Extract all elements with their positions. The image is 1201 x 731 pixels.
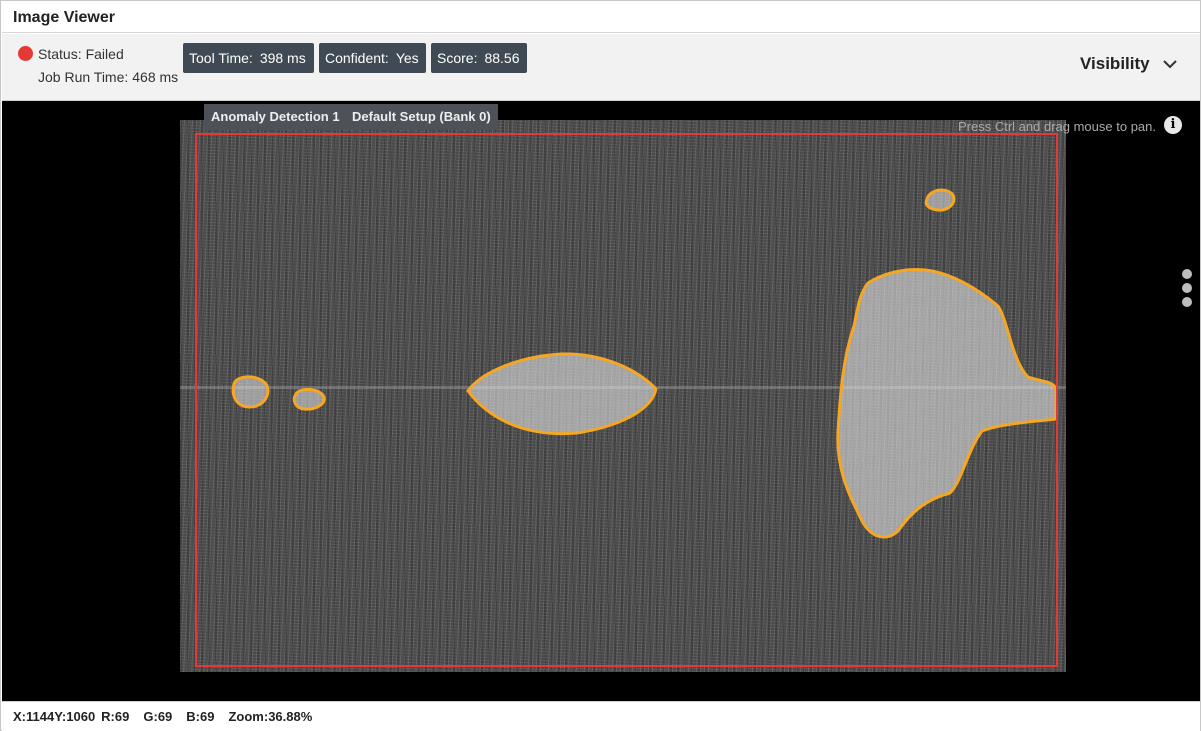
pixel-readout: X:1144Y:1060 R:69 G:69 B:69 Zoom:36.88% — [13, 709, 312, 724]
image-viewer-window: Image Viewer Status: Failed Job Run Time:… — [0, 0, 1201, 731]
y-label: Y: — [54, 709, 67, 724]
g-value: 69 — [157, 709, 173, 724]
image-canvas[interactable]: Anomaly Detection 1 Default Setup (Bank … — [2, 101, 1200, 701]
chevron-down-icon[interactable] — [1162, 56, 1178, 72]
region-of-interest-box[interactable] — [195, 133, 1058, 667]
status-text: Status: Failed — [38, 46, 128, 62]
x-label: X: — [13, 709, 26, 724]
r-label: R: — [101, 709, 115, 724]
r-value: 69 — [114, 709, 130, 724]
zoom-value: 36.88% — [268, 709, 313, 724]
status-indicator-icon — [18, 46, 33, 61]
confident-label: Confident: — [325, 50, 389, 66]
tool-time-value: 398 ms — [259, 50, 306, 66]
job-run-label: Job Run Time: — [38, 69, 129, 85]
score-label: Score: — [437, 50, 478, 66]
g-label: G: — [143, 709, 158, 724]
tool-time-badge: Tool Time: 398 ms — [183, 43, 314, 73]
job-run-value: 468 ms — [132, 69, 179, 85]
y-value: 1060 — [66, 709, 96, 724]
window-title: Image Viewer — [13, 9, 115, 26]
b-label: B: — [186, 709, 200, 724]
confident-badge: Confident: Yes — [319, 43, 426, 73]
tool-time-label: Tool Time: — [189, 50, 253, 66]
results-toolbar: Status: Failed Job Run Time: 468 ms Tool T… — [2, 34, 1200, 101]
info-icon[interactable]: i — [1164, 116, 1182, 134]
job-run-time: Job Run Time: 468 ms — [38, 69, 182, 85]
pixel-readout-bar: X:1144Y:1060 R:69 G:69 B:69 Zoom:36.88% — [2, 701, 1200, 731]
b-value: 69 — [200, 709, 215, 724]
status-label: Status: — [38, 46, 82, 62]
pan-hint: Press Ctrl and drag mouse to pan. — [958, 119, 1156, 134]
zoom-label: Zoom: — [228, 709, 269, 724]
visibility-dropdown[interactable]: Visibility — [1080, 54, 1150, 74]
tool-label-anomaly-detection: Anomaly Detection 1 — [204, 104, 347, 130]
score-badge: Score: 88.56 — [431, 43, 527, 73]
status-value: Failed — [85, 46, 124, 62]
score-value: 88.56 — [484, 50, 520, 66]
confident-value: Yes — [395, 50, 419, 66]
kebab-menu-icon[interactable] — [1182, 269, 1194, 313]
title-bar: Image Viewer — [2, 2, 1200, 33]
tool-label-default-setup: Default Setup (Bank 0) — [345, 104, 498, 130]
x-value: 1144 — [26, 709, 55, 724]
